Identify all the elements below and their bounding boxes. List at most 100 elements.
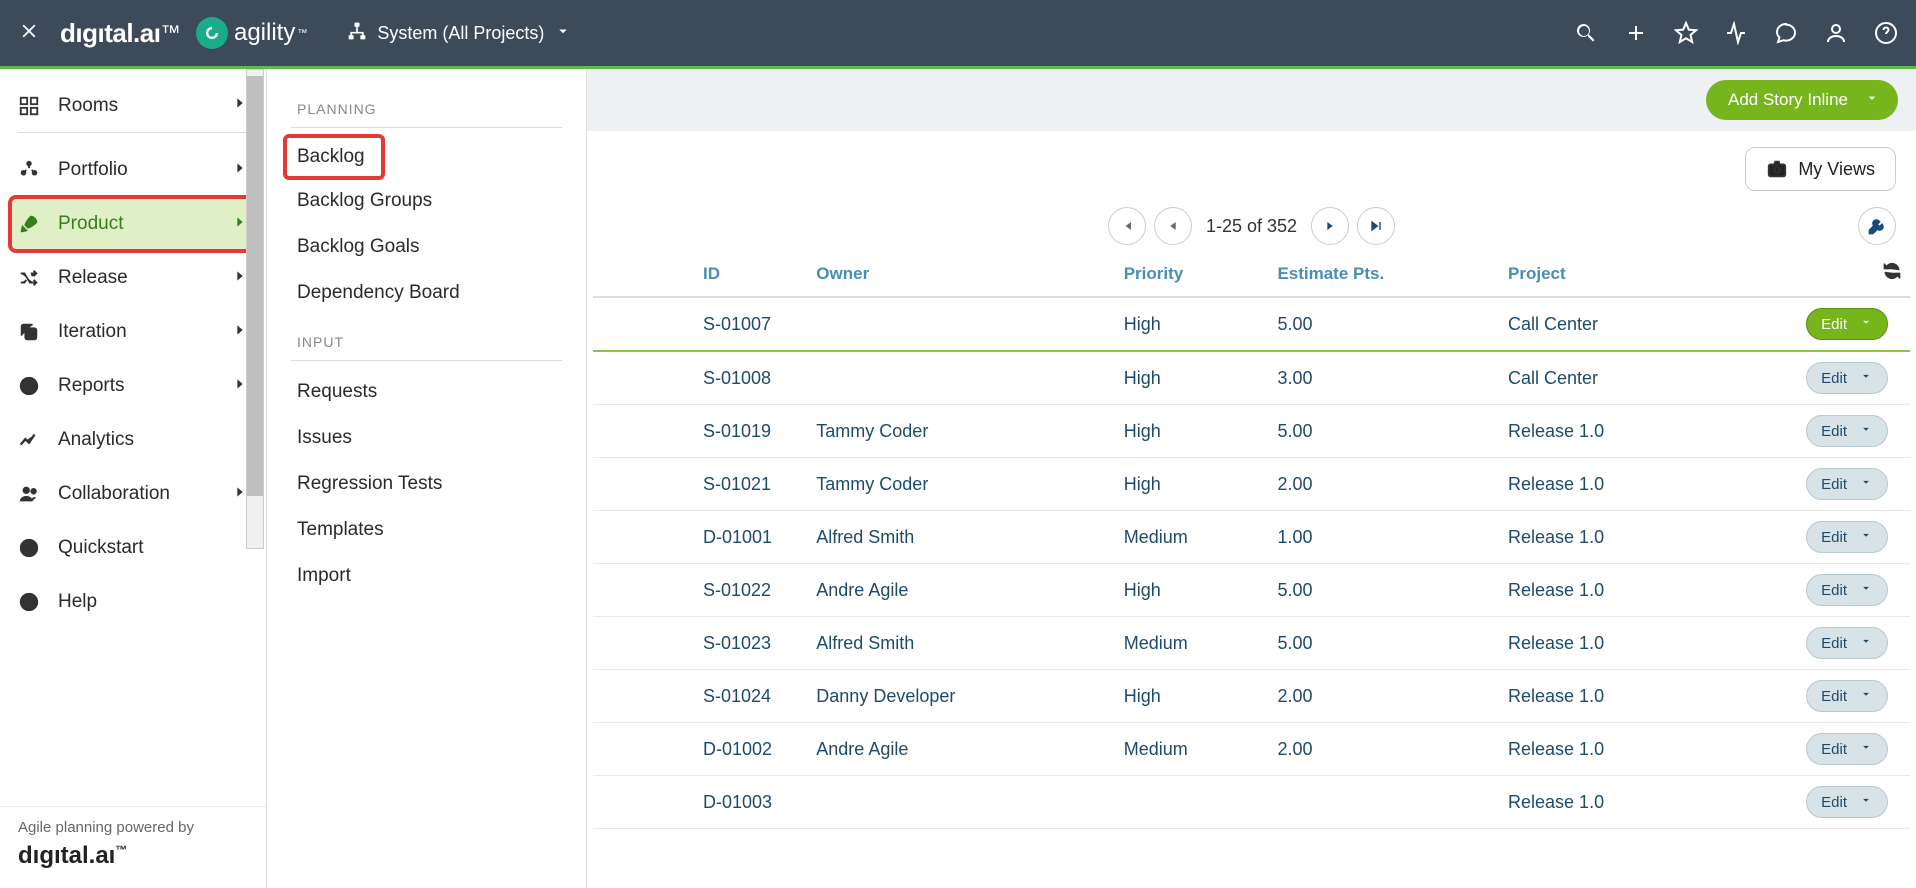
sidebar-item-reports[interactable]: Reports: [0, 359, 266, 413]
sidebar-item-label: Portfolio: [58, 159, 232, 181]
secondary-item-backlog[interactable]: Backlog: [285, 136, 383, 178]
cell-project[interactable]: Call Center: [1500, 297, 1731, 351]
edit-button[interactable]: Edit: [1806, 627, 1888, 659]
col-priority[interactable]: Priority: [1116, 251, 1270, 297]
cell-priority: High: [1116, 297, 1270, 351]
col-refresh[interactable]: [1731, 251, 1910, 297]
cell-owner[interactable]: [808, 297, 1115, 351]
secondary-item-requests[interactable]: Requests: [285, 369, 568, 415]
col-project[interactable]: Project: [1500, 251, 1731, 297]
table-row[interactable]: S-01022Andre AgileHigh5.00Release 1.0Edi…: [593, 564, 1910, 617]
settings-button[interactable]: [1858, 207, 1896, 245]
cell-id[interactable]: D-01002: [593, 723, 808, 776]
user-icon[interactable]: [1824, 21, 1848, 45]
col-id[interactable]: ID: [593, 251, 808, 297]
cell-owner[interactable]: Tammy Coder: [808, 405, 1115, 458]
sidebar-item-product[interactable]: Product: [10, 197, 256, 251]
close-icon[interactable]: [18, 17, 40, 49]
secondary-item-templates[interactable]: Templates: [285, 507, 568, 553]
cell-owner[interactable]: Tammy Coder: [808, 458, 1115, 511]
cell-id[interactable]: D-01003: [593, 776, 808, 829]
cell-project[interactable]: Release 1.0: [1500, 776, 1731, 829]
scrollbar[interactable]: [246, 69, 264, 549]
cell-owner[interactable]: Alfred Smith: [808, 511, 1115, 564]
secondary-item-backlog-goals[interactable]: Backlog Goals: [285, 224, 568, 270]
cell-project[interactable]: Release 1.0: [1500, 670, 1731, 723]
edit-label: Edit: [1821, 370, 1847, 387]
sidebar-item-collaboration[interactable]: Collaboration: [0, 467, 266, 521]
table-row[interactable]: S-01008High3.00Call CenterEdit: [593, 351, 1910, 405]
sidebar-item-iteration[interactable]: Iteration: [0, 305, 266, 359]
cell-id[interactable]: S-01007: [593, 297, 808, 351]
pager-first-button[interactable]: [1108, 207, 1146, 245]
sidebar-item-release[interactable]: Release: [0, 251, 266, 305]
search-icon[interactable]: [1574, 21, 1598, 45]
edit-button[interactable]: Edit: [1806, 308, 1888, 340]
cell-project[interactable]: Release 1.0: [1500, 458, 1731, 511]
sidebar-item-rooms[interactable]: Rooms: [18, 79, 248, 133]
add-story-button[interactable]: Add Story Inline: [1706, 80, 1898, 120]
edit-button[interactable]: Edit: [1806, 521, 1888, 553]
cell-id[interactable]: S-01008: [593, 351, 808, 405]
sidebar-primary: Rooms Portfolio Product Release Iter: [0, 69, 267, 888]
star-icon[interactable]: [1674, 21, 1698, 45]
secondary-item-backlog-groups[interactable]: Backlog Groups: [285, 178, 568, 224]
sidebar-item-portfolio[interactable]: Portfolio: [0, 143, 266, 197]
table-row[interactable]: D-01003 Release 1.0 Edit: [593, 776, 1910, 829]
cell-owner[interactable]: Andre Agile: [808, 564, 1115, 617]
table-row[interactable]: D-01001Alfred SmithMedium1.00Release 1.0…: [593, 511, 1910, 564]
edit-button[interactable]: Edit: [1806, 415, 1888, 447]
cell-owner[interactable]: [808, 776, 1115, 829]
table-row[interactable]: S-01023Alfred SmithMedium5.00Release 1.0…: [593, 617, 1910, 670]
help-icon[interactable]: [1874, 21, 1898, 45]
secondary-item-import[interactable]: Import: [285, 553, 568, 599]
portfolio-icon: [18, 159, 58, 181]
cell-project[interactable]: Call Center: [1500, 351, 1731, 405]
secondary-item-regression-tests[interactable]: Regression Tests: [285, 461, 568, 507]
cell-project[interactable]: Release 1.0: [1500, 405, 1731, 458]
hierarchy-icon: [347, 21, 367, 46]
edit-button[interactable]: Edit: [1806, 362, 1888, 394]
cell-owner[interactable]: Alfred Smith: [808, 617, 1115, 670]
table-row[interactable]: S-01007High5.00Call CenterEdit: [593, 297, 1910, 351]
sidebar-item-help[interactable]: Help: [0, 575, 266, 629]
table-row[interactable]: S-01021Tammy CoderHigh2.00Release 1.0Edi…: [593, 458, 1910, 511]
cell-project[interactable]: Release 1.0: [1500, 564, 1731, 617]
chevron-down-icon: [1859, 369, 1873, 387]
sidebar-item-analytics[interactable]: Analytics: [0, 413, 266, 467]
secondary-item-dependency-board[interactable]: Dependency Board: [285, 270, 568, 316]
col-owner[interactable]: Owner: [808, 251, 1115, 297]
chat-icon[interactable]: [1774, 21, 1798, 45]
pager-next-button[interactable]: [1311, 207, 1349, 245]
edit-button[interactable]: Edit: [1806, 574, 1888, 606]
my-views-button[interactable]: My Views: [1745, 147, 1896, 191]
secondary-item-issues[interactable]: Issues: [285, 415, 568, 461]
pager-prev-button[interactable]: [1154, 207, 1192, 245]
col-estimate[interactable]: Estimate Pts.: [1269, 251, 1500, 297]
sidebar-item-quickstart[interactable]: Quickstart: [0, 521, 266, 575]
edit-label: Edit: [1821, 476, 1847, 493]
cell-owner[interactable]: Andre Agile: [808, 723, 1115, 776]
cell-owner[interactable]: [808, 351, 1115, 405]
activity-icon[interactable]: [1724, 21, 1748, 45]
cell-project[interactable]: Release 1.0: [1500, 723, 1731, 776]
cell-id[interactable]: S-01024: [593, 670, 808, 723]
edit-button[interactable]: Edit: [1806, 733, 1888, 765]
cell-owner[interactable]: Danny Developer: [808, 670, 1115, 723]
cell-id[interactable]: S-01021: [593, 458, 808, 511]
cell-id[interactable]: S-01023: [593, 617, 808, 670]
cell-id[interactable]: S-01019: [593, 405, 808, 458]
table-row[interactable]: D-01002Andre AgileMedium2.00Release 1.0E…: [593, 723, 1910, 776]
table-row[interactable]: S-01019Tammy CoderHigh5.00Release 1.0Edi…: [593, 405, 1910, 458]
table-row[interactable]: S-01024Danny DeveloperHigh2.00Release 1.…: [593, 670, 1910, 723]
edit-button[interactable]: Edit: [1806, 468, 1888, 500]
cell-project[interactable]: Release 1.0: [1500, 511, 1731, 564]
pager-last-button[interactable]: [1357, 207, 1395, 245]
edit-button[interactable]: Edit: [1806, 786, 1888, 818]
project-selector[interactable]: System (All Projects): [347, 21, 572, 46]
plus-icon[interactable]: [1624, 21, 1648, 45]
edit-button[interactable]: Edit: [1806, 680, 1888, 712]
cell-id[interactable]: S-01022: [593, 564, 808, 617]
cell-project[interactable]: Release 1.0: [1500, 617, 1731, 670]
cell-id[interactable]: D-01001: [593, 511, 808, 564]
